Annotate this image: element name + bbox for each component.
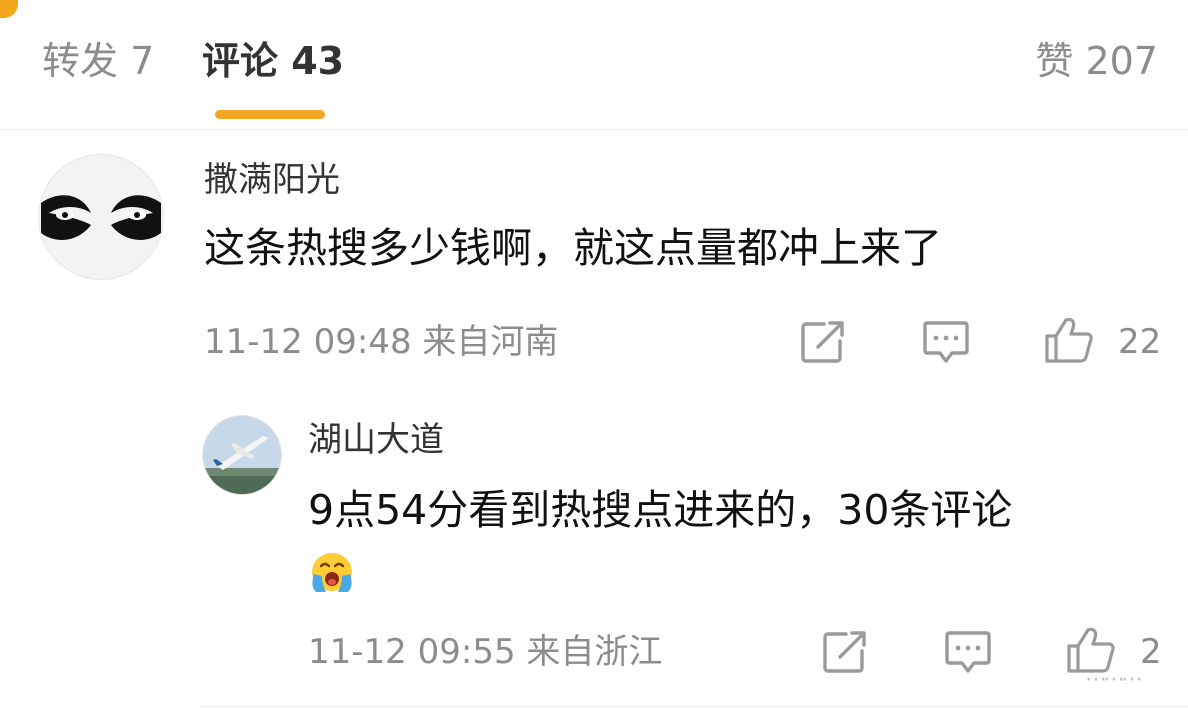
tab-reposts[interactable]: 转发 7 — [42, 36, 154, 86]
avatar[interactable] — [202, 415, 282, 495]
avatar[interactable] — [38, 154, 164, 280]
comment-meta: 11-12 09:48 来自河南 — [204, 322, 559, 362]
tab-comments[interactable]: 评论 43 — [202, 36, 344, 86]
bottom-divider — [200, 706, 1188, 707]
reply-icon[interactable] — [922, 320, 970, 364]
comment-meta: 11-12 09:55 来自浙江 — [308, 632, 663, 672]
share-icon[interactable] — [800, 320, 846, 364]
active-tab-indicator — [215, 110, 325, 119]
watermark: ⋯⋯⋯ — [1085, 667, 1143, 692]
crying-face-emoji — [306, 548, 358, 594]
share-icon[interactable] — [822, 630, 868, 674]
comment-author[interactable]: 撒满阳光 — [204, 158, 340, 202]
like-count: 22 — [1118, 322, 1162, 362]
tab-bar-divider — [0, 129, 1188, 130]
tab-likes[interactable]: 赞 207 — [1035, 36, 1158, 86]
comment-tab-bar: 转发 7 评论 43 赞 207 — [0, 0, 1188, 130]
thumbs-up-icon[interactable] — [1044, 316, 1094, 364]
comment-author[interactable]: 湖山大道 — [308, 418, 444, 462]
comment-text: 这条热搜多少钱啊，就这点量都冲上来了 — [204, 224, 942, 272]
like-count: 2 — [1140, 632, 1162, 672]
comment-text: 9点54分看到热搜点进来的，30条评论 — [308, 486, 1013, 534]
reply-icon[interactable] — [944, 630, 992, 674]
